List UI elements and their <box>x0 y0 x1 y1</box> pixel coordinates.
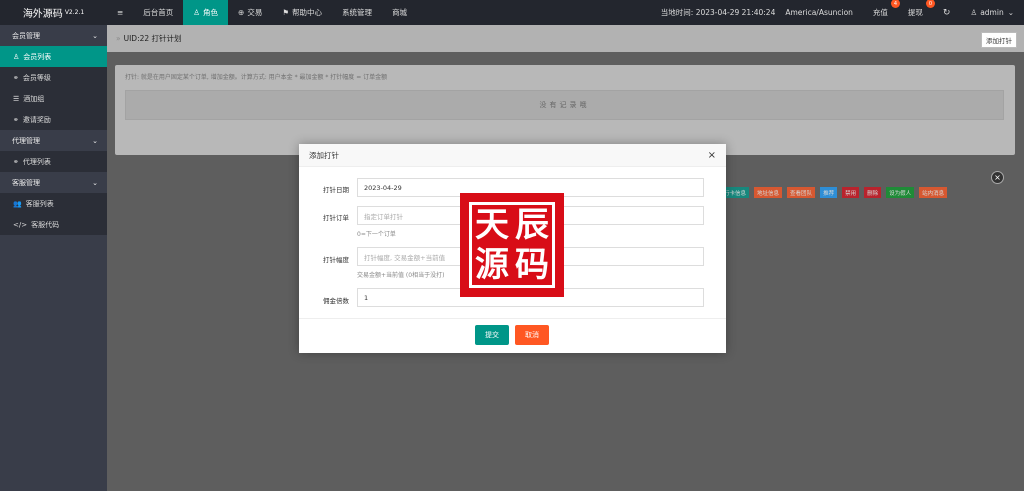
user-menu[interactable]: ♙ admin ⌄ <box>960 0 1024 25</box>
flag-icon: ⚑ <box>282 8 290 17</box>
link-icon: ⚭ <box>13 73 19 82</box>
user-icon: ♙ <box>970 8 978 17</box>
sidebar-item-service-list[interactable]: 👥 客服列表 <box>0 193 107 214</box>
watermark-seal-text: 天 辰 源 码 <box>469 202 555 288</box>
field-label-amplitude: 打针幅度 <box>323 256 349 264</box>
code-icon: </> <box>13 220 28 229</box>
order-hint: 0=下一个订单 <box>357 231 396 238</box>
breadcrumb-bar <box>107 25 1024 52</box>
sidebar-item-member-list[interactable]: ♙ 会员列表 <box>0 46 107 67</box>
member-action-bar: 银 银行卡信息 地址信息 查看团队 推荐 禁用 删除 设为假人 站内消息 <box>699 187 948 198</box>
refresh-icon[interactable]: ↻ <box>933 0 961 25</box>
user-icon: ♙ <box>13 52 20 61</box>
nav-mall[interactable]: 商城 <box>382 0 417 25</box>
nav-home[interactable]: 后台首页 <box>133 0 183 25</box>
watermark-seal: 天 辰 源 码 <box>460 193 564 297</box>
page-description: 打针: 就是在用户固定某个订单, 增加金额。计算方式: 用户本金 * 最加金额 … <box>125 74 388 81</box>
sidebar-item-group[interactable]: ☰ 酒加组 <box>0 88 107 109</box>
disable-button[interactable]: 禁用 <box>842 187 860 198</box>
message-button[interactable]: 站内消息 <box>919 187 948 198</box>
nav-role[interactable]: ♙ 角色 <box>183 0 229 25</box>
address-button[interactable]: 地址信息 <box>754 187 783 198</box>
field-label-date: 打针日期 <box>323 186 349 194</box>
app-logo: 海外源码 V2.2.1 <box>0 0 107 25</box>
user-icon: ♙ <box>193 8 201 17</box>
modal-title: 添加打针 <box>309 150 339 160</box>
field-label-order: 打针订单 <box>323 214 349 222</box>
withdraw-button[interactable]: 提现 0 <box>898 0 935 25</box>
list-icon: ☰ <box>13 94 20 103</box>
sidebar: 会员管理 ⌄ ♙ 会员列表 ⚭ 会员等级 ☰ 酒加组 ⚭ 邀请奖励 代理管理 ⌄ ⚭ 代理列表… <box>0 25 107 491</box>
delete-button[interactable]: 删除 <box>864 187 882 198</box>
sidebar-item-service-code[interactable]: </> 客服代码 <box>0 214 107 235</box>
app-version: V2.2.1 <box>64 9 85 16</box>
menu-toggle-icon[interactable]: ≡ <box>107 0 133 25</box>
close-icon[interactable]: × <box>991 171 1004 184</box>
sidebar-item-invite-reward[interactable]: ⚭ 邀请奖励 <box>0 109 107 130</box>
link-icon: ⚭ <box>13 157 19 166</box>
chevron-down-icon: ⌄ <box>92 136 98 145</box>
team-button[interactable]: 查看团队 <box>787 187 816 198</box>
withdraw-badge: 0 <box>925 0 935 8</box>
chevron-down-icon: ⌄ <box>92 31 98 40</box>
sidebar-item-agent-list[interactable]: ⚭ 代理列表 <box>0 151 107 172</box>
submit-button[interactable]: 提交 <box>475 325 509 345</box>
app-name: 海外源码 <box>22 9 63 20</box>
local-time: 当地时间: 2023-04-29 21:40:24 <box>660 8 776 17</box>
set-fake-button[interactable]: 设为假人 <box>886 187 915 198</box>
cancel-button[interactable]: 取消 <box>515 325 549 345</box>
nav-trade[interactable]: ⊕ 交易 <box>228 0 272 25</box>
amplitude-hint: 交易金额+当前值 (0相当于没打) <box>357 272 445 279</box>
empty-table: 没有记录哦 <box>125 90 1004 120</box>
chevron-down-icon: ⌄ <box>1007 8 1014 17</box>
sidebar-item-member-level[interactable]: ⚭ 会员等级 <box>0 67 107 88</box>
top-bar: 海外源码 V2.2.1 ≡ 后台首页 ♙ 角色 ⊕ 交易 ⚑ 帮助中心 系统管理 商城 … <box>0 0 1024 25</box>
globe-icon: ⊕ <box>238 8 245 17</box>
link-icon: ⚭ <box>13 115 19 124</box>
chevron-down-icon: ⌄ <box>92 178 98 187</box>
sidebar-group-members[interactable]: 会员管理 ⌄ <box>0 25 107 46</box>
content-panel: 打针: 就是在用户固定某个订单, 增加金额。计算方式: 用户本金 * 最加金额 … <box>115 65 1015 155</box>
nav-help[interactable]: ⚑ 帮助中心 <box>272 0 332 25</box>
nav-system[interactable]: 系统管理 <box>332 0 382 25</box>
double-chevron-icon: » <box>116 34 121 43</box>
breadcrumb: » UID:22 打针计划 <box>116 34 182 43</box>
users-icon: 👥 <box>13 199 22 208</box>
timezone: America/Asuncion <box>785 8 853 17</box>
field-label-commission: 佣金倍数 <box>323 297 349 305</box>
close-icon[interactable]: × <box>708 150 716 161</box>
add-injection-button[interactable]: 添加打针 <box>981 32 1017 48</box>
modal-footer <box>299 318 726 319</box>
sidebar-group-service[interactable]: 客服管理 ⌄ <box>0 172 107 193</box>
recommend-button[interactable]: 推荐 <box>820 187 838 198</box>
recharge-button[interactable]: 充值 4 <box>863 0 900 25</box>
sidebar-group-agents[interactable]: 代理管理 ⌄ <box>0 130 107 151</box>
modal-header: 添加打针 × <box>299 144 726 167</box>
